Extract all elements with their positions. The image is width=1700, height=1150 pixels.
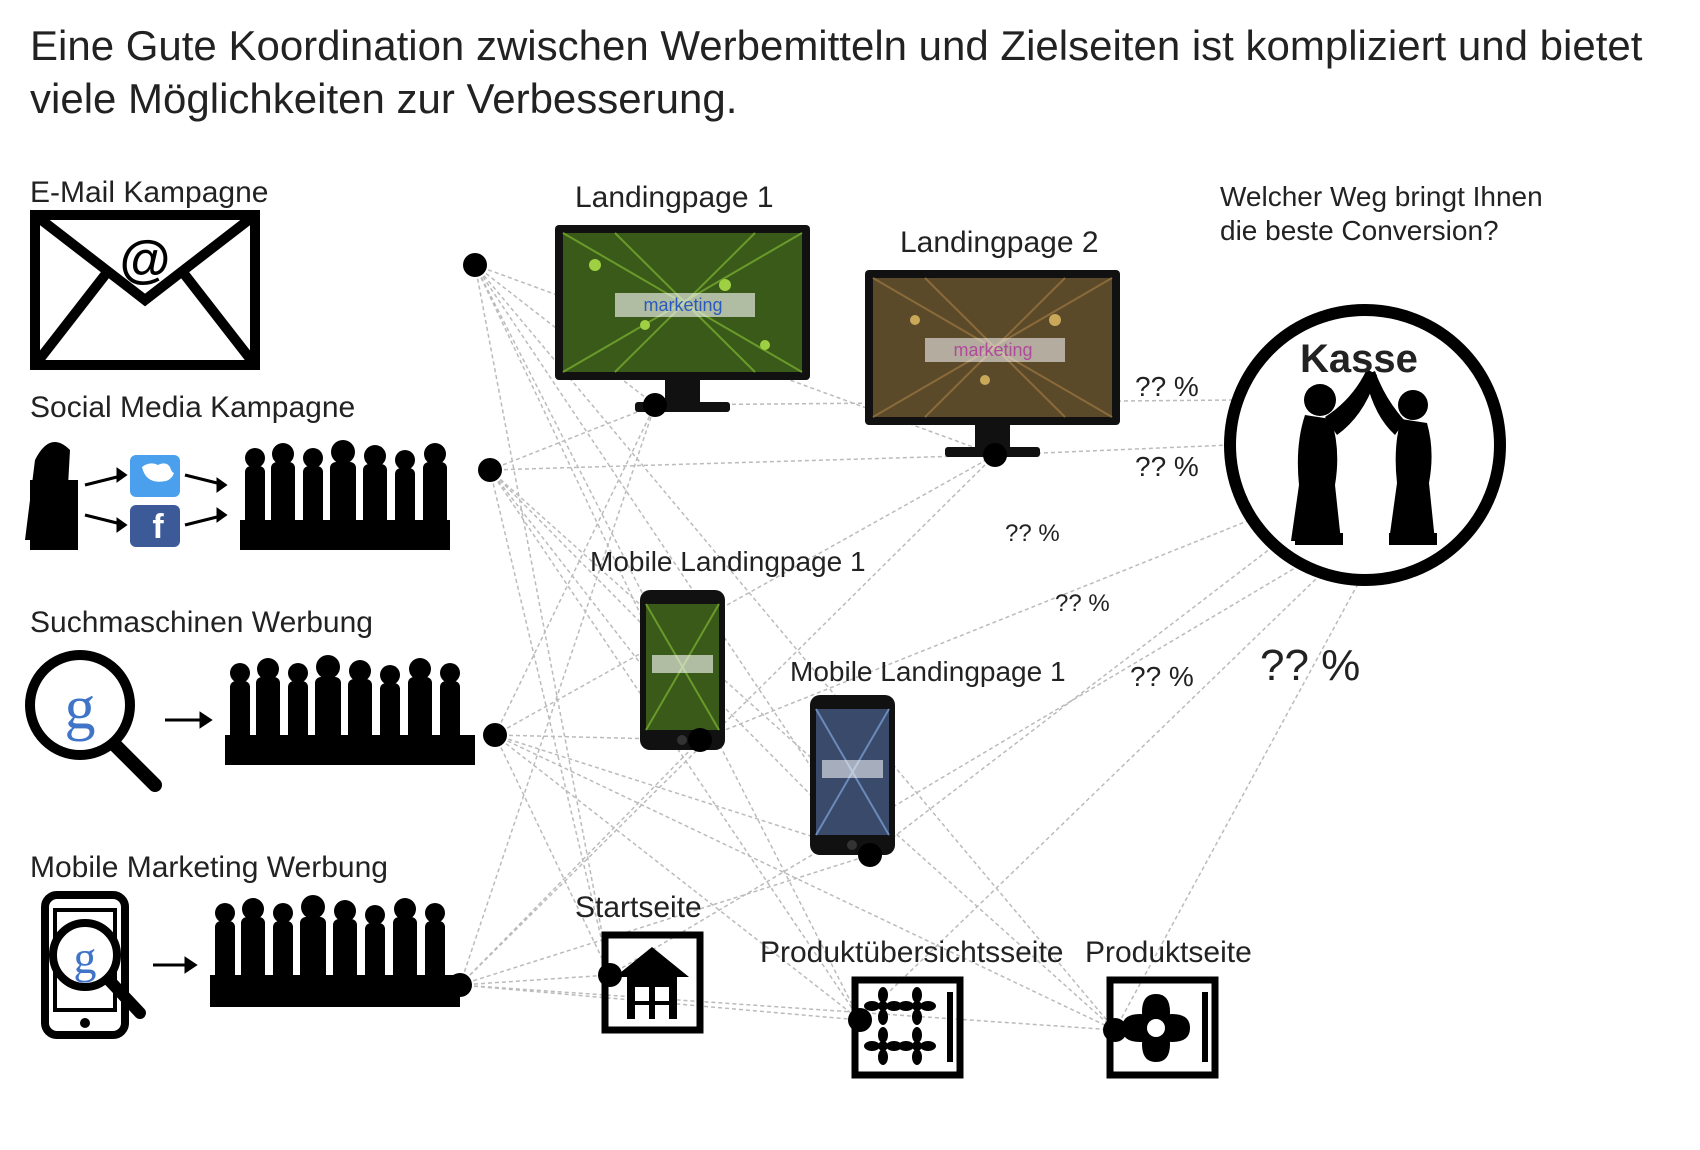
mobile-lp1-icon	[640, 590, 725, 750]
svg-text:@: @	[120, 231, 171, 289]
label-product: Produktseite	[1085, 935, 1252, 971]
mobile-marketing-icon: g	[45, 895, 460, 1035]
label-social: Social Media Kampagne	[30, 390, 355, 426]
label-search: Suchmaschinen Werbung	[30, 605, 373, 641]
product-overview-icon	[855, 980, 960, 1075]
social-media-icon: f	[25, 440, 450, 550]
conv-mlp2: ?? %	[1055, 590, 1110, 619]
svg-text:marketing: marketing	[643, 295, 722, 315]
monitor-lp2-icon: marketing	[865, 270, 1120, 457]
label-overview: Produktübersichtsseite	[760, 935, 1064, 971]
svg-text:g: g	[65, 674, 96, 742]
search-engine-icon: g	[30, 655, 475, 785]
label-lp1: Landingpage 1	[575, 180, 774, 216]
svg-text:marketing: marketing	[953, 340, 1032, 360]
conv-start: ?? %	[1130, 660, 1194, 694]
svg-text:f: f	[152, 508, 164, 546]
monitor-lp1-icon: marketing	[555, 225, 810, 412]
label-start: Startseite	[575, 890, 702, 926]
label-mobile-marketing: Mobile Marketing Werbung	[30, 850, 388, 886]
svg-text:g: g	[74, 932, 97, 983]
email-icon: @	[35, 215, 255, 365]
label-kasse: Kasse	[1300, 335, 1418, 383]
label-lp2: Landingpage 2	[900, 225, 1099, 261]
mobile-lp2-icon	[810, 695, 895, 855]
conv-lp1: ?? %	[1135, 370, 1199, 404]
label-goal-question: Welcher Weg bringt Ihnen die beste Conve…	[1220, 180, 1550, 247]
conv-overall: ?? %	[1260, 640, 1360, 693]
conv-lp2: ?? %	[1135, 450, 1199, 484]
label-mlp1: Mobile Landingpage 1	[590, 545, 866, 579]
label-email: E-Mail Kampagne	[30, 175, 268, 211]
label-mlp2: Mobile Landingpage 1	[790, 655, 1066, 689]
conv-mlp1: ?? %	[1005, 520, 1060, 549]
